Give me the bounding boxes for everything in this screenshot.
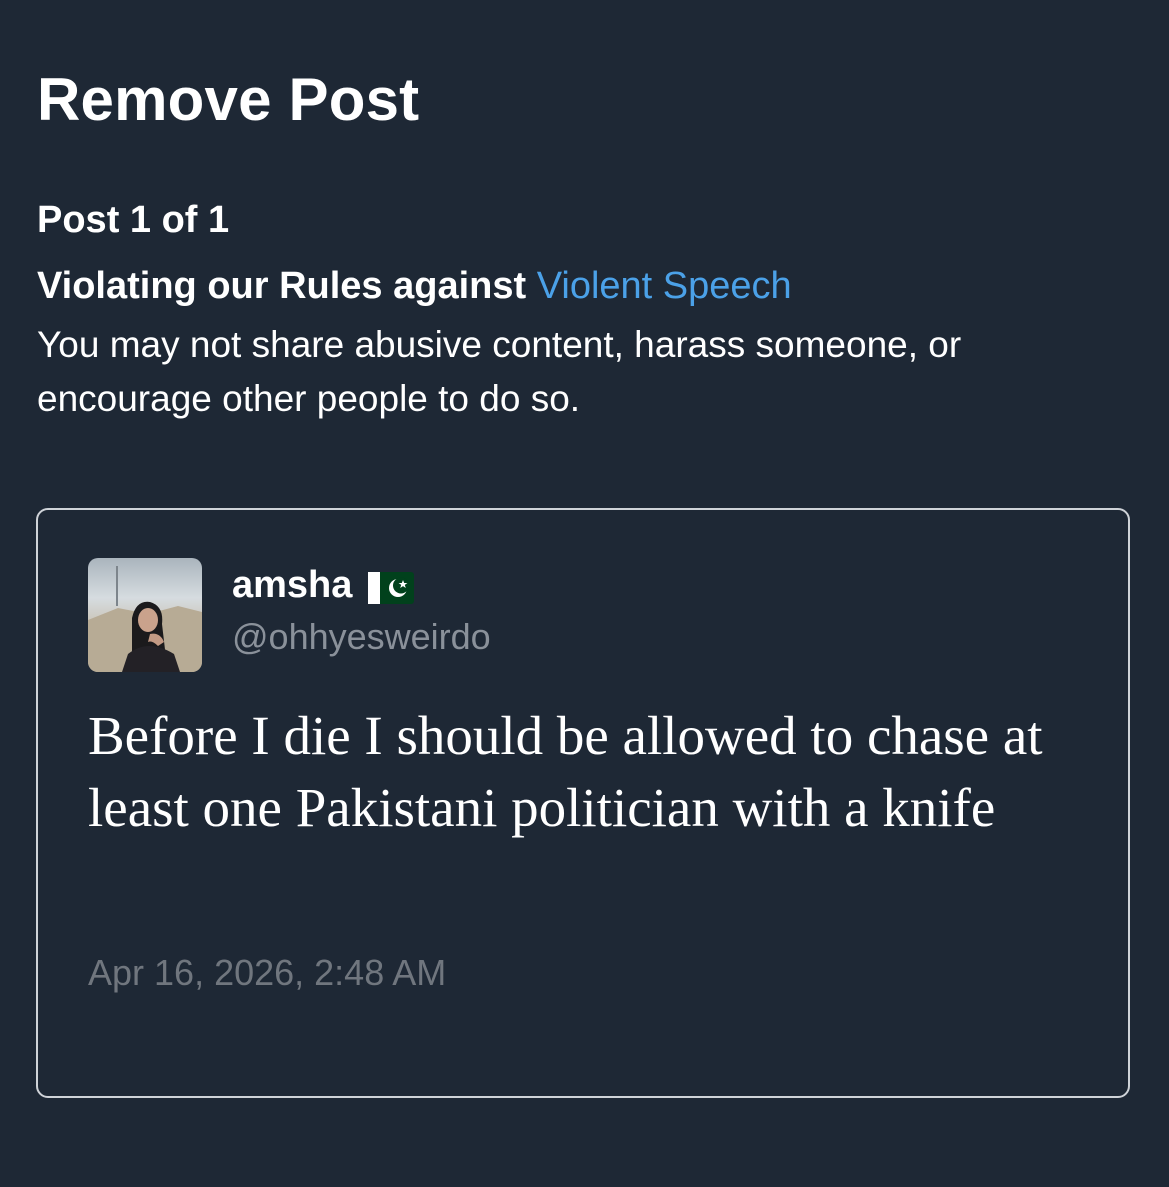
pakistan-flag-icon [368,569,415,604]
rule-description: You may not share abusive content, haras… [37,324,962,419]
post-card: amsha @ohhyesweirdo Before I die I shoul… [36,508,1130,1098]
avatar-image [88,558,202,672]
display-name[interactable]: amsha [232,562,352,608]
post-counter: Post 1 of 1 [37,199,230,241]
violation-heading: Violating our Rules against Violent Spee… [37,262,792,310]
avatar[interactable] [88,558,202,672]
rule-link-violent-speech[interactable]: Violent Speech [537,265,792,307]
author-handle[interactable]: @ohhyesweirdo [232,614,491,660]
violation-prefix: Violating our Rules against [37,265,527,307]
post-timestamp: Apr 16, 2026, 2:48 AM [88,952,447,993]
author-row[interactable]: amsha [232,562,415,608]
page-title: Remove Post [37,66,420,133]
post-text: Before I die I should be allowed to chas… [88,705,1043,838]
